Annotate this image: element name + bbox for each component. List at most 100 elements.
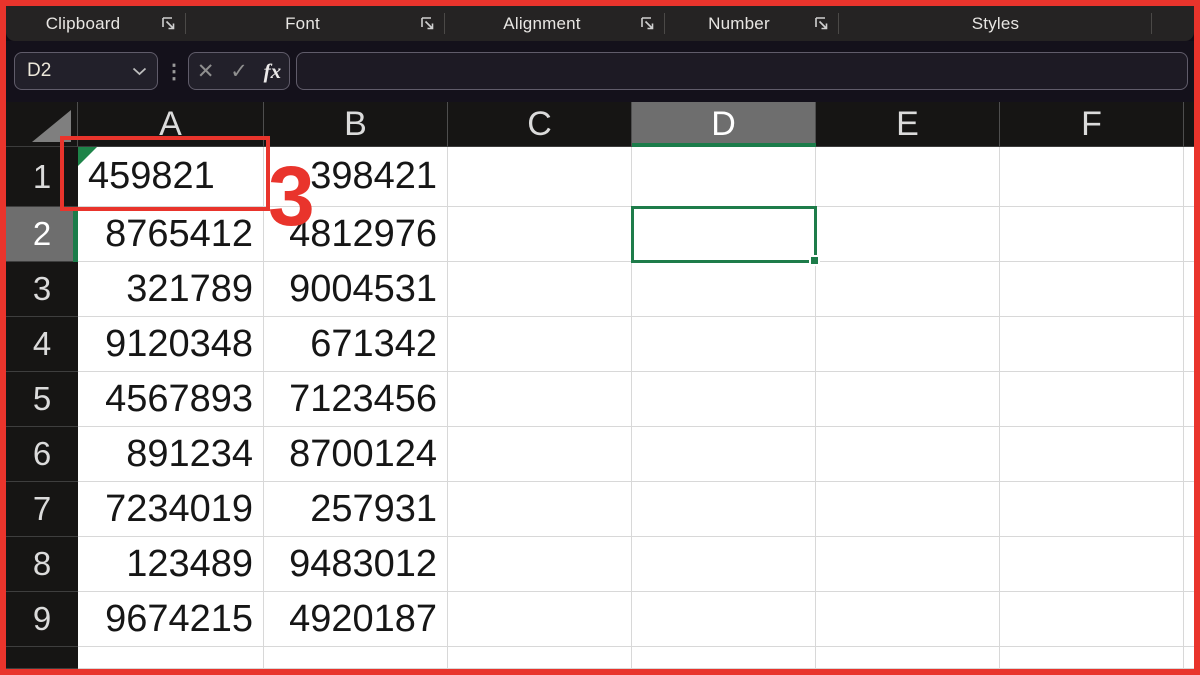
cell-F3[interactable]	[1000, 262, 1184, 317]
cell-C9[interactable]	[448, 592, 632, 647]
cell-A5[interactable]: 4567893	[78, 372, 264, 427]
cell-F7[interactable]	[1000, 482, 1184, 537]
cell-F6[interactable]	[1000, 427, 1184, 482]
cell-partial-6[interactable]	[1184, 427, 1194, 482]
row-header-6[interactable]: 6	[6, 427, 78, 482]
cell-C10-partial[interactable]	[448, 647, 632, 669]
ribbon-group-number: Number	[665, 6, 839, 41]
cell-D9[interactable]	[632, 592, 816, 647]
clipboard-dialog-launcher-icon[interactable]	[160, 15, 177, 32]
cell-F5[interactable]	[1000, 372, 1184, 427]
cell-D10-partial[interactable]	[632, 647, 816, 669]
row-header-9[interactable]: 9	[6, 592, 78, 647]
cell-C4[interactable]	[448, 317, 632, 372]
ribbon-strip: Clipboard Font Alignment Number Styles	[6, 6, 1194, 41]
row-header-3[interactable]: 3	[6, 262, 78, 317]
row-header-4[interactable]: 4	[6, 317, 78, 372]
ribbon-group-alignment: Alignment	[445, 6, 665, 41]
cell-partial-8[interactable]	[1184, 537, 1194, 592]
cell-E5[interactable]	[816, 372, 1000, 427]
cell-E1[interactable]	[816, 147, 1000, 207]
cell-B3[interactable]: 9004531	[264, 262, 448, 317]
cell-E7[interactable]	[816, 482, 1000, 537]
cell-C5[interactable]	[448, 372, 632, 427]
cell-D4[interactable]	[632, 317, 816, 372]
cell-A4[interactable]: 9120348	[78, 317, 264, 372]
cell-B8[interactable]: 9483012	[264, 537, 448, 592]
insert-function-icon[interactable]: fx	[264, 59, 282, 84]
cell-C1[interactable]	[448, 147, 632, 207]
cell-A3[interactable]: 321789	[78, 262, 264, 317]
fill-handle[interactable]	[809, 255, 820, 266]
chevron-down-icon[interactable]	[132, 67, 147, 76]
cell-partial-2[interactable]	[1184, 207, 1194, 262]
column-header-C[interactable]: C	[448, 102, 632, 147]
cell-E9[interactable]	[816, 592, 1000, 647]
cell-B7[interactable]: 257931	[264, 482, 448, 537]
cell-E3[interactable]	[816, 262, 1000, 317]
cell-A10-partial[interactable]	[78, 647, 264, 669]
cell-A6[interactable]: 891234	[78, 427, 264, 482]
cell-B5[interactable]: 7123456	[264, 372, 448, 427]
cell-partial-4[interactable]	[1184, 317, 1194, 372]
cell-B4[interactable]: 671342	[264, 317, 448, 372]
column-header-D[interactable]: D	[632, 102, 816, 147]
cell-partial-10[interactable]	[1184, 647, 1194, 669]
enter-icon[interactable]: ✓	[230, 59, 248, 84]
cell-F9[interactable]	[1000, 592, 1184, 647]
row-header-2[interactable]: 2	[6, 207, 78, 262]
cell-B6[interactable]: 8700124	[264, 427, 448, 482]
font-dialog-launcher-icon[interactable]	[419, 15, 436, 32]
cell-F1[interactable]	[1000, 147, 1184, 207]
cell-E8[interactable]	[816, 537, 1000, 592]
ribbon-group-label-alignment: Alignment	[503, 13, 581, 33]
cell-B9[interactable]: 4920187	[264, 592, 448, 647]
column-header-E[interactable]: E	[816, 102, 1000, 147]
row-header-7[interactable]: 7	[6, 482, 78, 537]
cell-B10-partial[interactable]	[264, 647, 448, 669]
ribbon-group-font: Font	[186, 6, 445, 41]
column-header-partial[interactable]	[1184, 102, 1194, 147]
cell-partial-5[interactable]	[1184, 372, 1194, 427]
cell-D8[interactable]	[632, 537, 816, 592]
cell-D5[interactable]	[632, 372, 816, 427]
cell-A8[interactable]: 123489	[78, 537, 264, 592]
cell-C3[interactable]	[448, 262, 632, 317]
cell-C2[interactable]	[448, 207, 632, 262]
cell-C6[interactable]	[448, 427, 632, 482]
cell-F10-partial[interactable]	[1000, 647, 1184, 669]
cell-E4[interactable]	[816, 317, 1000, 372]
cell-A7[interactable]: 7234019	[78, 482, 264, 537]
cell-C7[interactable]	[448, 482, 632, 537]
cell-E10-partial[interactable]	[816, 647, 1000, 669]
row-header-8[interactable]: 8	[6, 537, 78, 592]
cell-D1[interactable]	[632, 147, 816, 207]
cell-D6[interactable]	[632, 427, 816, 482]
cell-E2[interactable]	[816, 207, 1000, 262]
formula-bar-grip-dots-icon[interactable]: ⋮	[164, 52, 184, 90]
name-box[interactable]: D2	[14, 52, 158, 90]
alignment-dialog-launcher-icon[interactable]	[639, 15, 656, 32]
cell-D3[interactable]	[632, 262, 816, 317]
cell-C8[interactable]	[448, 537, 632, 592]
cell-partial-1[interactable]	[1184, 147, 1194, 207]
column-header-F[interactable]: F	[1000, 102, 1184, 147]
cell-F4[interactable]	[1000, 317, 1184, 372]
cell-E6[interactable]	[816, 427, 1000, 482]
cell-F2[interactable]	[1000, 207, 1184, 262]
cell-A2[interactable]: 8765412	[78, 207, 264, 262]
cancel-icon[interactable]: ✕	[197, 59, 215, 84]
annotation-rectangle	[60, 136, 270, 211]
number-dialog-launcher-icon[interactable]	[813, 15, 830, 32]
cell-F8[interactable]	[1000, 537, 1184, 592]
cell-D7[interactable]	[632, 482, 816, 537]
row-header-5[interactable]: 5	[6, 372, 78, 427]
column-header-B[interactable]: B	[264, 102, 448, 147]
cell-A9[interactable]: 9674215	[78, 592, 264, 647]
cell-D2[interactable]	[632, 207, 816, 262]
cell-partial-7[interactable]	[1184, 482, 1194, 537]
cell-partial-9[interactable]	[1184, 592, 1194, 647]
cell-partial-3[interactable]	[1184, 262, 1194, 317]
formula-input[interactable]	[296, 52, 1188, 90]
row-header-partial[interactable]	[6, 647, 78, 669]
